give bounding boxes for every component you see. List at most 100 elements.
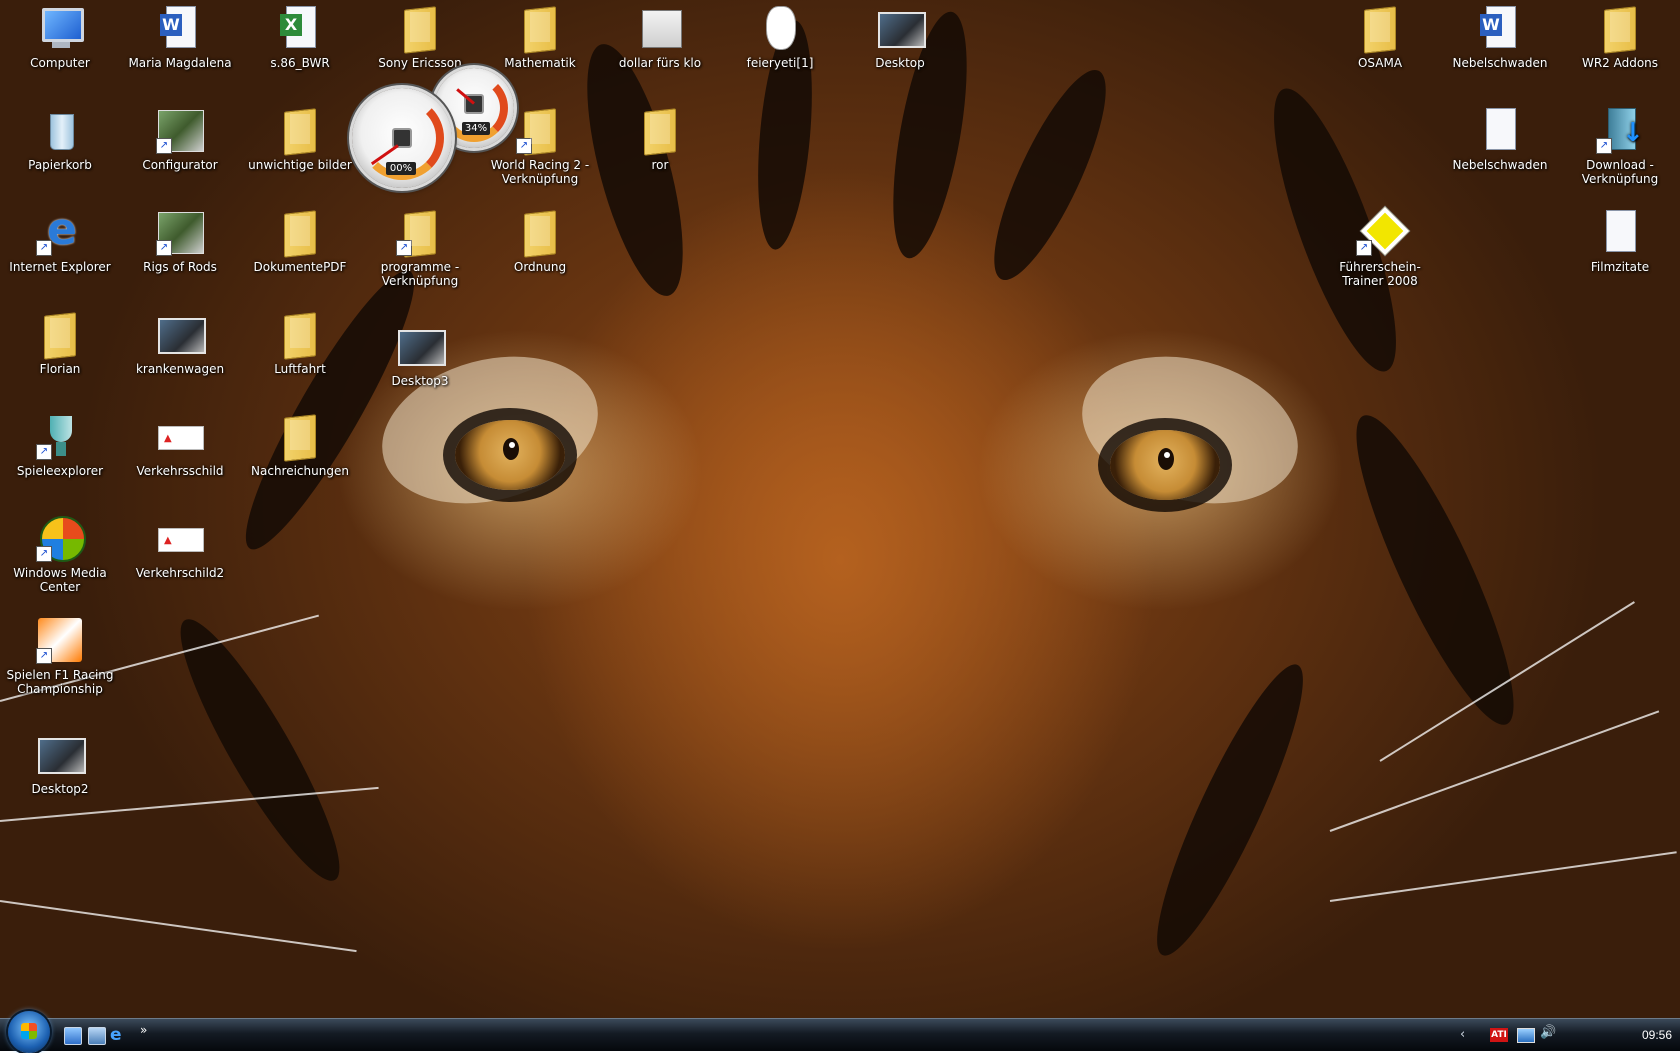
game-icon: ↗ — [1356, 208, 1404, 256]
desktop-icon-label: s.86_BWR — [270, 56, 330, 70]
desktop-icon-label: Ordnung — [513, 260, 567, 274]
desktop-icon-label: feieryeti[1] — [746, 56, 814, 70]
tiger-right-eye — [1110, 430, 1220, 500]
desktop-icon-label: ror — [651, 158, 669, 172]
desktop-icon-dollar-fuers-klo[interactable]: dollar fürs klo — [605, 4, 715, 70]
wallpaper-whisker — [1329, 851, 1677, 902]
desktop-icon-sony-ericsson[interactable]: Sony Ericsson — [365, 4, 475, 70]
computer-icon — [36, 4, 84, 52]
desktop-icon-label: Florian — [39, 362, 81, 376]
desktop-icon-ror[interactable]: ror — [605, 106, 715, 172]
desktop-icon-mathematik[interactable]: Mathematik — [485, 4, 595, 70]
desktop-icon-label: World Racing 2 - Verknüpfung — [490, 158, 590, 186]
desktop-icon-label: Luftfahrt — [274, 362, 326, 376]
image-icon — [36, 730, 86, 778]
desktop-icon-ordnung[interactable]: Ordnung — [485, 208, 595, 274]
switch-windows-icon[interactable] — [88, 1027, 106, 1045]
desktop-icon-label: unwichtige bilder — [248, 158, 352, 172]
desktop-icon-filmzitate[interactable]: Filmzitate — [1565, 208, 1675, 274]
desktop-icon-label: Mathematik — [504, 56, 576, 70]
desktop-icon-fuehrerschein-trainer[interactable]: ↗ Führerschein-Trainer 2008 — [1325, 208, 1435, 288]
desktop-icon-label: Verkehrschild2 — [135, 566, 225, 580]
desktop-icon-feieryeti[interactable]: feieryeti[1] — [725, 4, 835, 70]
desktop-icon-maria-magdalena[interactable]: Maria Magdalena — [125, 4, 235, 70]
network-icon[interactable] — [1517, 1028, 1535, 1043]
desktop-icon-wr2-addons[interactable]: WR2 Addons — [1565, 4, 1675, 70]
show-desktop-icon[interactable] — [64, 1027, 82, 1045]
cpu-gauge: 00% — [352, 88, 452, 188]
image-icon — [156, 310, 206, 358]
desktop-icon-programme-verknuepfung[interactable]: ↗ programme - Verknüpfung — [365, 208, 475, 288]
desktop-icon-verkehrschild2[interactable]: Verkehrschild2 — [125, 514, 235, 580]
folder-icon — [276, 310, 324, 358]
desktop-icon-verkehrsschild[interactable]: Verkehrsschild — [125, 412, 235, 478]
desktop-icon-unwichtige-bilder[interactable]: unwichtige bilder — [245, 106, 355, 172]
desktop-icon-osama[interactable]: OSAMA — [1325, 4, 1435, 70]
desktop-icon-label: Spieleexplorer — [16, 464, 104, 478]
start-button[interactable] — [8, 1011, 50, 1053]
desktop-icon-spieleexplorer[interactable]: ↗ Spieleexplorer — [5, 412, 115, 478]
folder-icon — [516, 4, 564, 52]
desktop-icon-label: Internet Explorer — [9, 260, 111, 274]
desktop-icon-florian[interactable]: Florian — [5, 310, 115, 376]
trophy-icon: ↗ — [36, 412, 84, 460]
desktop-icon-label: krankenwagen — [135, 362, 225, 376]
shortcut-arrow-icon: ↗ — [36, 444, 52, 460]
desktop-icon-krankenwagen[interactable]: krankenwagen — [125, 310, 235, 376]
desktop-icon-download-verknuepfung[interactable]: ↗ Download - Verknüpfung — [1565, 106, 1675, 186]
desktop-icon-desktop3[interactable]: Desktop3 — [365, 322, 475, 388]
folder-icon — [1356, 4, 1404, 52]
folder-icon — [36, 310, 84, 358]
desktop-icon-rigs-of-rods[interactable]: ↗ Rigs of Rods — [125, 208, 235, 274]
desktop-icon-s86-bwr[interactable]: s.86_BWR — [245, 4, 355, 70]
volume-icon[interactable]: 🔊 — [1540, 1025, 1556, 1040]
ati-catalyst-icon[interactable]: ATI — [1490, 1028, 1508, 1042]
folder-icon — [516, 208, 564, 256]
desktop-icon-nachreichungen[interactable]: Nachreichungen — [245, 412, 355, 478]
windows-logo-icon — [21, 1023, 37, 1039]
desktop-icon-f1-racing[interactable]: ↗ Spielen F1 Racing Championship — [5, 616, 115, 696]
wallpaper-stripe — [1135, 652, 1325, 968]
desktop-icon-nebelschwaden-word[interactable]: Nebelschwaden — [1445, 4, 1555, 70]
tray-expand-chevron-icon[interactable]: ‹ — [1460, 1027, 1465, 1042]
desktop-icon-dokumentepdf[interactable]: DokumentePDF — [245, 208, 355, 274]
desktop-icon-desktop[interactable]: Desktop — [845, 4, 955, 70]
desktop-icon-label: Filmzitate — [1590, 260, 1650, 274]
desktop-icon-papierkorb[interactable]: Papierkorb — [5, 106, 115, 172]
folder-icon — [1596, 4, 1644, 52]
desktop-icon-label: Rigs of Rods — [143, 260, 217, 274]
desktop-icon-label: programme - Verknüpfung — [380, 260, 460, 288]
desktop-icon-nebelschwaden-text[interactable]: Nebelschwaden — [1445, 106, 1555, 172]
excel-document-icon — [276, 4, 324, 52]
image-icon — [396, 322, 446, 370]
desktop-icon-configurator[interactable]: ↗ Configurator — [125, 106, 235, 172]
desktop-icon-desktop2[interactable]: Desktop2 — [5, 730, 115, 796]
clock[interactable]: 09:56 — [1642, 1028, 1672, 1042]
desktop-icon-windows-media-center[interactable]: ↗ Windows Media Center — [5, 514, 115, 594]
desktop-icon-label: Nebelschwaden — [1452, 56, 1548, 70]
desktop-icon-label: Desktop — [875, 56, 925, 70]
desktop-icon-label: Maria Magdalena — [128, 56, 232, 70]
shortcut-arrow-icon: ↗ — [1356, 240, 1372, 256]
desktop-icon-luftfahrt[interactable]: Luftfahrt — [245, 310, 355, 376]
desktop-icon-label: Papierkorb — [28, 158, 92, 172]
desktop-icon-internet-explorer[interactable]: ↗ Internet Explorer — [5, 208, 115, 274]
shortcut-arrow-icon: ↗ — [36, 546, 52, 562]
desktop-icon-label: Windows Media Center — [13, 566, 107, 594]
memory-percent: 34% — [462, 122, 490, 135]
quick-launch-more-button[interactable]: » — [140, 1023, 156, 1039]
shortcut-arrow-icon: ↗ — [36, 648, 52, 664]
desktop-icon-label: Computer — [30, 56, 90, 70]
wallpaper-whisker — [1379, 601, 1635, 762]
folder-icon — [636, 106, 684, 154]
internet-explorer-quicklaunch-icon[interactable]: e — [110, 1027, 126, 1044]
desktop-icon-computer[interactable]: Computer — [5, 4, 115, 70]
desktop-icon-label: Desktop2 — [31, 782, 89, 796]
system-tray: ‹ ATI 🔊 09:56 — [1450, 1019, 1680, 1051]
wallpaper-whisker — [1329, 710, 1660, 832]
game-icon: ↗ — [156, 106, 204, 154]
image-icon — [876, 4, 926, 52]
desktop[interactable]: Computer Papierkorb ↗ Internet Explorer … — [0, 0, 1680, 1018]
taskbar[interactable]: e » ‹ ATI 🔊 09:56 — [0, 1011, 1680, 1053]
desktop-icon-label: Führerschein-Trainer 2008 — [1339, 260, 1421, 288]
